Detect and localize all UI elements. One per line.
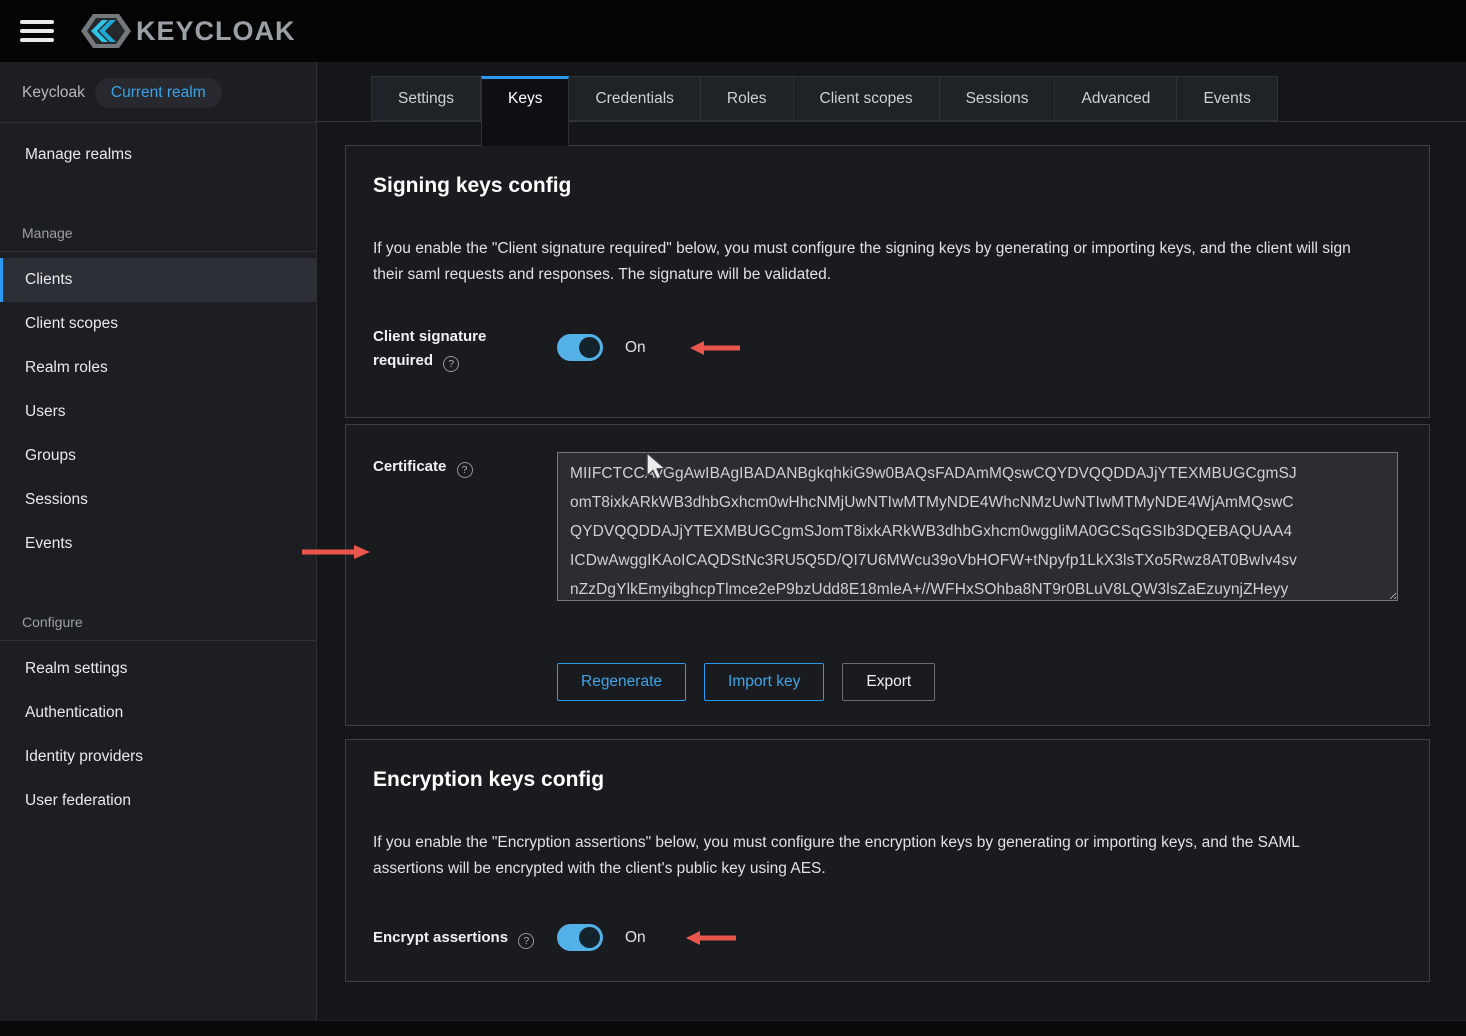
red-arrow-right-icon <box>300 543 370 561</box>
hamburger-menu-icon[interactable] <box>20 19 54 43</box>
current-realm-button[interactable]: Current realm <box>95 78 222 108</box>
tab-keys[interactable]: Keys <box>481 76 569 146</box>
client-signature-required-help-icon[interactable]: ? <box>443 356 459 372</box>
sidebar-item-identity-providers[interactable]: Identity providers <box>0 735 316 779</box>
encrypt-assertions-state: On <box>625 929 646 947</box>
red-arrow-left-icon <box>690 340 742 356</box>
export-button[interactable]: Export <box>842 663 935 701</box>
encryption-keys-config-title: Encryption keys config <box>373 768 1373 792</box>
encrypt-assertions-toggle[interactable] <box>557 924 603 951</box>
sidebar-item-client-scopes[interactable]: Client scopes <box>0 302 316 346</box>
sidebar-group-configure: Configure <box>0 614 316 641</box>
sidebar-item-realm-settings[interactable]: Realm settings <box>0 647 316 691</box>
mouse-cursor-icon <box>645 452 667 482</box>
client-signature-required-label: Client signature required ? <box>373 322 557 373</box>
sidebar-item-manage-realms[interactable]: Manage realms <box>0 133 316 177</box>
tab-roles[interactable]: Roles <box>701 76 794 121</box>
encryption-keys-config-description: If you enable the "Encryption assertions… <box>373 830 1373 882</box>
main-content: Settings Keys Credentials Roles Client s… <box>317 62 1466 1020</box>
tab-client-scopes[interactable]: Client scopes <box>794 76 940 121</box>
encrypt-assertions-label: Encrypt assertions ? <box>373 926 557 950</box>
tab-advanced[interactable]: Advanced <box>1055 76 1177 121</box>
keycloak-logo-icon <box>80 13 132 49</box>
signing-keys-config-description: If you enable the "Client signature requ… <box>373 236 1373 288</box>
client-signature-required-toggle[interactable] <box>557 334 603 361</box>
top-header: KEYCLOAK <box>0 0 1466 62</box>
certificate-section: Certificate ? MIIFCTCCAvGgAwIBAgIBADANBg… <box>345 424 1430 726</box>
sidebar-item-user-federation[interactable]: User federation <box>0 779 316 823</box>
client-signature-required-state: On <box>625 339 646 357</box>
sidebar-group-manage: Manage <box>0 225 316 252</box>
keycloak-logo: KEYCLOAK <box>80 13 296 49</box>
certificate-label: Certificate ? <box>373 452 557 601</box>
import-key-button[interactable]: Import key <box>704 663 824 701</box>
signing-keys-config-title: Signing keys config <box>373 174 1373 198</box>
sidebar: Keycloak Current realm Manage realms Man… <box>0 62 317 1020</box>
regenerate-button[interactable]: Regenerate <box>557 663 686 701</box>
tab-sessions[interactable]: Sessions <box>940 76 1056 121</box>
sidebar-item-authentication[interactable]: Authentication <box>0 691 316 735</box>
sidebar-item-sessions[interactable]: Sessions <box>0 478 316 522</box>
brand-text: KEYCLOAK <box>136 16 296 47</box>
sidebar-item-groups[interactable]: Groups <box>0 434 316 478</box>
tab-settings[interactable]: Settings <box>371 76 481 121</box>
tab-events[interactable]: Events <box>1177 76 1277 121</box>
realm-label: Keycloak <box>22 84 85 102</box>
bottom-cutoff-strip <box>0 1020 1466 1036</box>
certificate-textarea[interactable]: MIIFCTCCAvGgAwIBAgIBADANBgkqhkiG9w0BAQsF… <box>557 452 1398 601</box>
client-tabs: Settings Keys Credentials Roles Client s… <box>371 76 1466 121</box>
encrypt-assertions-help-icon[interactable]: ? <box>518 933 534 949</box>
encryption-keys-config-section: Encryption keys config If you enable the… <box>345 739 1430 982</box>
tab-credentials[interactable]: Credentials <box>569 76 700 121</box>
signing-keys-config-section: Signing keys config If you enable the "C… <box>345 145 1430 418</box>
sidebar-item-clients[interactable]: Clients <box>0 258 316 302</box>
realm-switcher: Keycloak Current realm <box>0 62 316 123</box>
sidebar-item-realm-roles[interactable]: Realm roles <box>0 346 316 390</box>
certificate-help-icon[interactable]: ? <box>457 462 473 478</box>
red-arrow-left-icon <box>686 930 738 946</box>
sidebar-item-events[interactable]: Events <box>0 522 316 566</box>
sidebar-item-users[interactable]: Users <box>0 390 316 434</box>
